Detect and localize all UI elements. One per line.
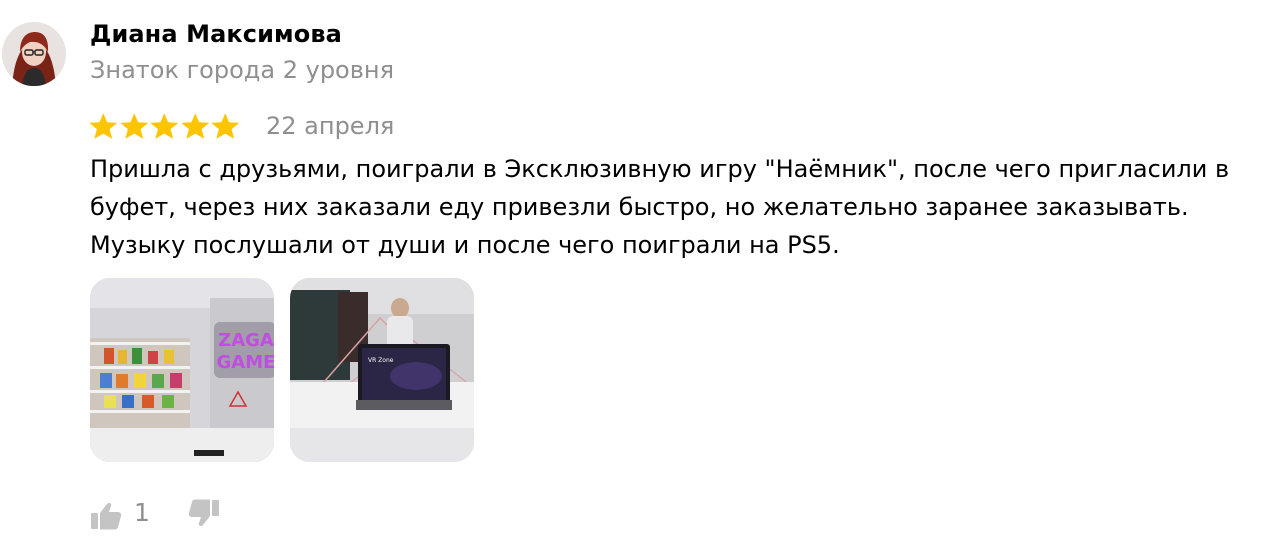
thumbs-up-icon	[91, 502, 122, 530]
photo-image: VR Zone	[290, 278, 474, 462]
star-icon	[89, 113, 118, 139]
tablet-screen-text: VR Zone	[368, 357, 394, 364]
review-photo[interactable]: ZAGA GAME	[90, 278, 274, 462]
star-icon	[180, 113, 209, 139]
star-icon	[119, 113, 148, 139]
dislike-button[interactable]	[188, 498, 222, 530]
thumbs-down-icon	[188, 499, 219, 527]
author-level: Знаток города 2 уровня	[90, 56, 395, 84]
rating-stars	[88, 112, 241, 140]
avatar-image	[2, 22, 66, 86]
review-photo[interactable]: VR Zone	[290, 278, 474, 462]
star-icon	[150, 113, 179, 139]
photo-logo-line1: ZAGA	[218, 330, 274, 351]
photo-logo-line2: GAME	[217, 352, 274, 373]
review-text: Пришла с друзьями, поиграли в Эксклюзивн…	[90, 155, 1230, 259]
star-icon	[211, 113, 240, 139]
photo-image: ZAGA GAME	[90, 278, 274, 462]
author-name[interactable]: Диана Максимова	[90, 20, 342, 48]
review-date: 22 апреля	[266, 112, 395, 140]
like-button[interactable]: 1	[90, 498, 160, 530]
like-count: 1	[134, 498, 150, 527]
avatar[interactable]	[2, 22, 66, 86]
